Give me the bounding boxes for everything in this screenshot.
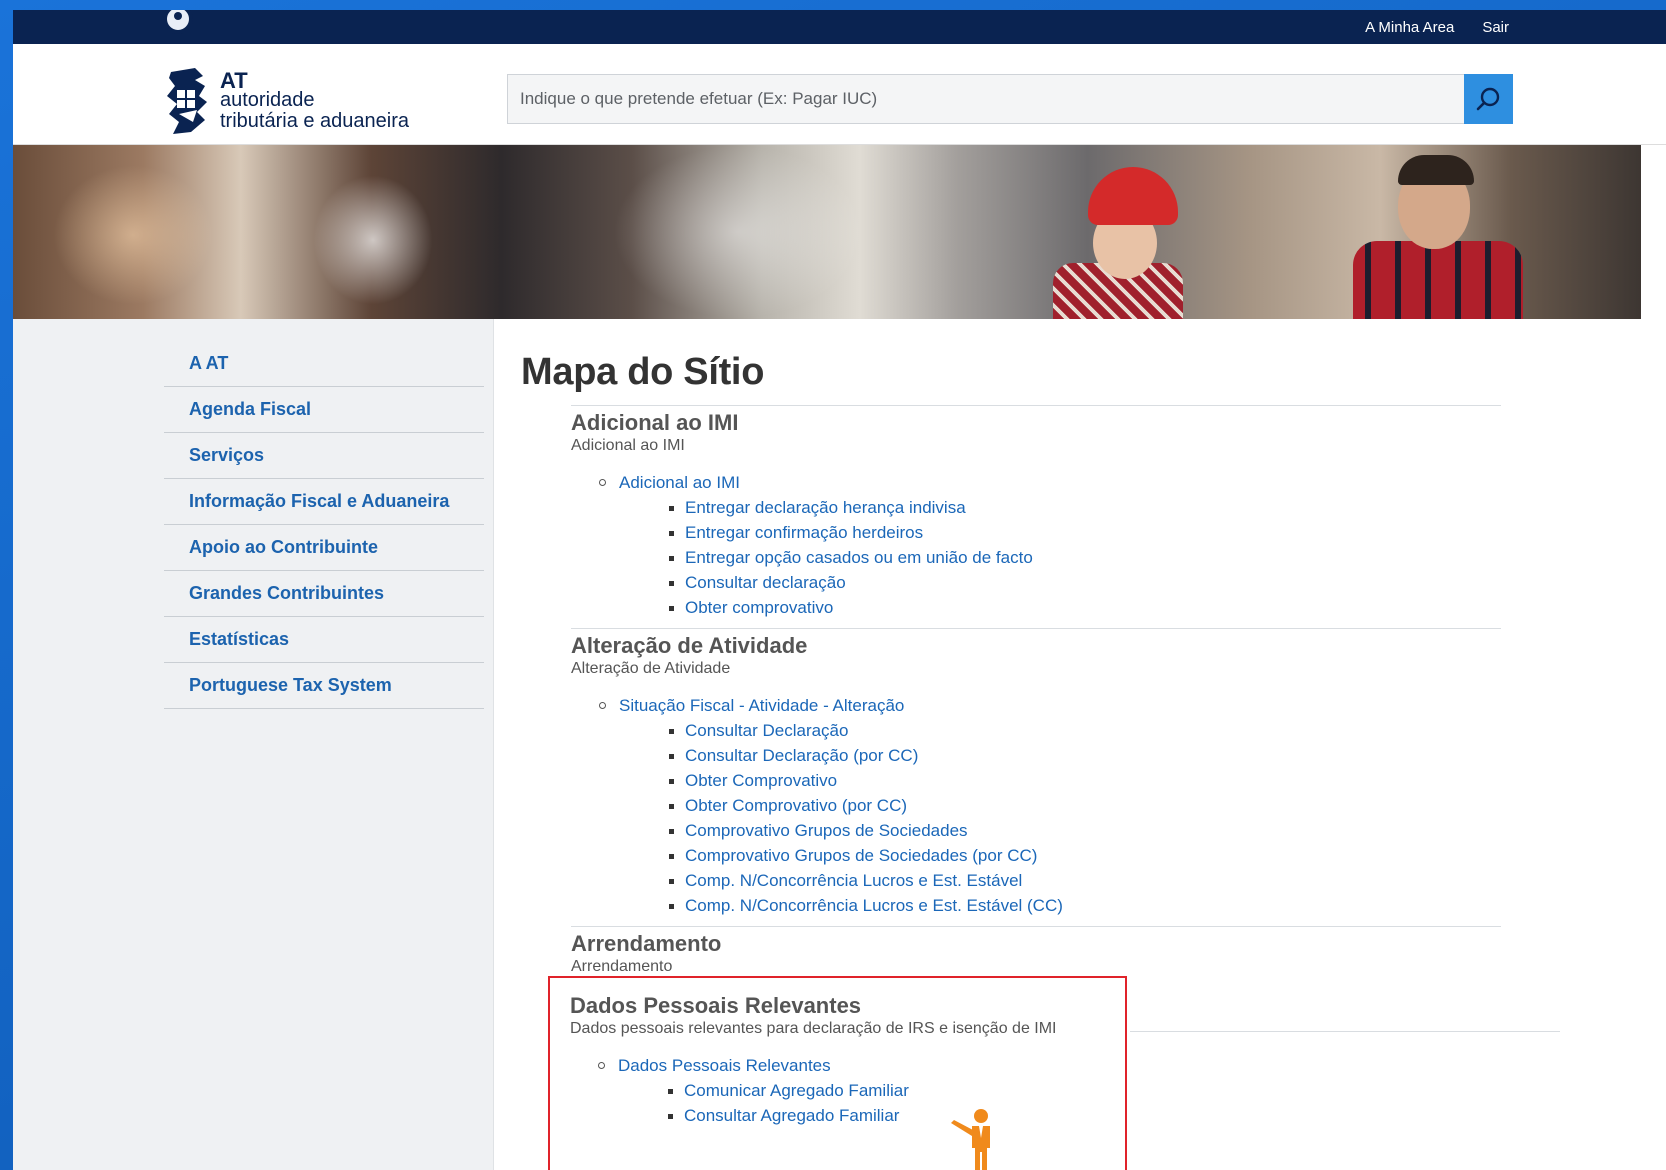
user-icon[interactable] bbox=[163, 10, 193, 34]
sidebar-item-estatisticas[interactable]: Estatísticas bbox=[164, 617, 484, 663]
browser-page: A Minha Area Sair AT autoridade tributár… bbox=[13, 10, 1666, 1170]
at-logo[interactable]: AT autoridade tributária e aduaneira bbox=[165, 66, 435, 136]
list-item-link[interactable]: Entregar opção casados ou em união de fa… bbox=[669, 545, 1501, 570]
main-content: Mapa do Sítio Adicional ao IMI Adicional… bbox=[521, 319, 1651, 1170]
list-item-link[interactable]: Entregar declaração herança indivisa bbox=[669, 495, 1501, 520]
section-group: Dados Pessoais Relevantes Comunicar Agre… bbox=[570, 1053, 1501, 1128]
search-icon bbox=[1476, 87, 1499, 111]
group-link[interactable]: Adicional ao IMI Entregar declaração her… bbox=[599, 470, 1501, 620]
sitemap-sections: Adicional ao IMI Adicional ao IMI Adicio… bbox=[570, 405, 1501, 1136]
top-links: A Minha Area Sair bbox=[1365, 10, 1509, 44]
presenter-icon bbox=[951, 1109, 990, 1170]
section-heading: Adicional ao IMI bbox=[571, 410, 739, 435]
sidebar-item-grandes-contribuintes[interactable]: Grandes Contribuintes bbox=[164, 571, 484, 617]
list-item-link[interactable]: Comprovativo Grupos de Sociedades bbox=[669, 818, 1501, 843]
sidebar-item-servicos[interactable]: Serviços bbox=[164, 433, 484, 479]
group-link[interactable]: Situação Fiscal - Atividade - Alteração … bbox=[599, 693, 1501, 918]
hero-banner-image bbox=[13, 145, 1641, 319]
sidebar-item-a-at[interactable]: A AT bbox=[164, 341, 484, 387]
at-logo-icon bbox=[167, 68, 207, 134]
section-heading: Arrendamento bbox=[571, 931, 722, 956]
sidebar-item-agenda-fiscal[interactable]: Agenda Fiscal bbox=[164, 387, 484, 433]
list-item-link[interactable]: Obter comprovativo bbox=[669, 595, 1501, 620]
section-heading: Dados Pessoais Relevantes bbox=[570, 993, 862, 1018]
sidebar-item-portuguese-tax-system[interactable]: Portuguese Tax System bbox=[164, 663, 484, 709]
logo-at: AT bbox=[220, 68, 248, 93]
list-item-link[interactable]: Consultar Declaração bbox=[669, 718, 1501, 743]
list-item-link[interactable]: Comunicar Agregado Familiar bbox=[668, 1078, 1501, 1103]
my-area-link[interactable]: A Minha Area bbox=[1365, 19, 1454, 36]
section-subtitle: Dados pessoais relevantes para declaraçã… bbox=[570, 1020, 1057, 1037]
list-item-link[interactable]: Comp. N/Concorrência Lucros e Est. Estáv… bbox=[669, 868, 1501, 893]
site-header: AT autoridade tributária e aduaneira bbox=[13, 44, 1666, 145]
list-item-link[interactable]: Consultar declaração bbox=[669, 570, 1501, 595]
list-item-link[interactable]: Obter Comprovativo bbox=[669, 768, 1501, 793]
list-item-link[interactable]: Comprovativo Grupos de Sociedades (por C… bbox=[669, 843, 1501, 868]
section-subtitle: Arrendamento bbox=[571, 958, 673, 975]
top-bar: A Minha Area Sair bbox=[13, 10, 1666, 44]
list-item-link[interactable]: Consultar Agregado Familiar bbox=[668, 1103, 1501, 1128]
search-button[interactable] bbox=[1464, 74, 1513, 124]
list-item-link[interactable]: Comp. N/Concorrência Lucros e Est. Estáv… bbox=[669, 893, 1501, 918]
sidebar-item-informacao-fiscal[interactable]: Informação Fiscal e Aduaneira bbox=[164, 479, 484, 525]
search-input[interactable] bbox=[508, 75, 1458, 123]
link-list: Consultar Declaração Consultar Declaraçã… bbox=[619, 718, 1501, 918]
page-title: Mapa do Sítio bbox=[521, 351, 765, 393]
sidebar-nav: A AT Agenda Fiscal Serviços Informação F… bbox=[164, 341, 484, 709]
section-adicional-imi: Adicional ao IMI Adicional ao IMI Adicio… bbox=[571, 405, 1501, 620]
section-subtitle: Adicional ao IMI bbox=[571, 437, 685, 454]
section-heading: Alteração de Atividade bbox=[571, 633, 808, 658]
section-alteracao-atividade: Alteração de Atividade Alteração de Ativ… bbox=[571, 628, 1501, 918]
section-group: Adicional ao IMI Entregar declaração her… bbox=[571, 470, 1501, 620]
link-list: Comunicar Agregado Familiar Consultar Ag… bbox=[618, 1078, 1501, 1128]
search-bar bbox=[507, 74, 1513, 124]
logout-link[interactable]: Sair bbox=[1482, 19, 1509, 36]
section-dados-pessoais: Dados Pessoais Relevantes Dados pessoais… bbox=[570, 989, 1501, 1128]
list-item-link[interactable]: Consultar Declaração (por CC) bbox=[669, 743, 1501, 768]
list-item-link[interactable]: Obter Comprovativo (por CC) bbox=[669, 793, 1501, 818]
link-list: Entregar declaração herança indivisa Ent… bbox=[619, 495, 1501, 620]
sidebar-item-apoio-contribuinte[interactable]: Apoio ao Contribuinte bbox=[164, 525, 484, 571]
section-group: Situação Fiscal - Atividade - Alteração … bbox=[571, 693, 1501, 918]
logo-text: AT autoridade tributária e aduaneira bbox=[220, 68, 410, 132]
logo-line-tributaria: tributária e aduaneira bbox=[220, 110, 410, 132]
section-arrendamento: Arrendamento Arrendamento bbox=[571, 926, 1501, 977]
section-subtitle: Alteração de Atividade bbox=[571, 660, 731, 677]
section-divider bbox=[1130, 1031, 1560, 1032]
group-link[interactable]: Dados Pessoais Relevantes Comunicar Agre… bbox=[598, 1053, 1501, 1128]
logo-line-autoridade: autoridade bbox=[220, 89, 315, 111]
list-item-link[interactable]: Entregar confirmação herdeiros bbox=[669, 520, 1501, 545]
